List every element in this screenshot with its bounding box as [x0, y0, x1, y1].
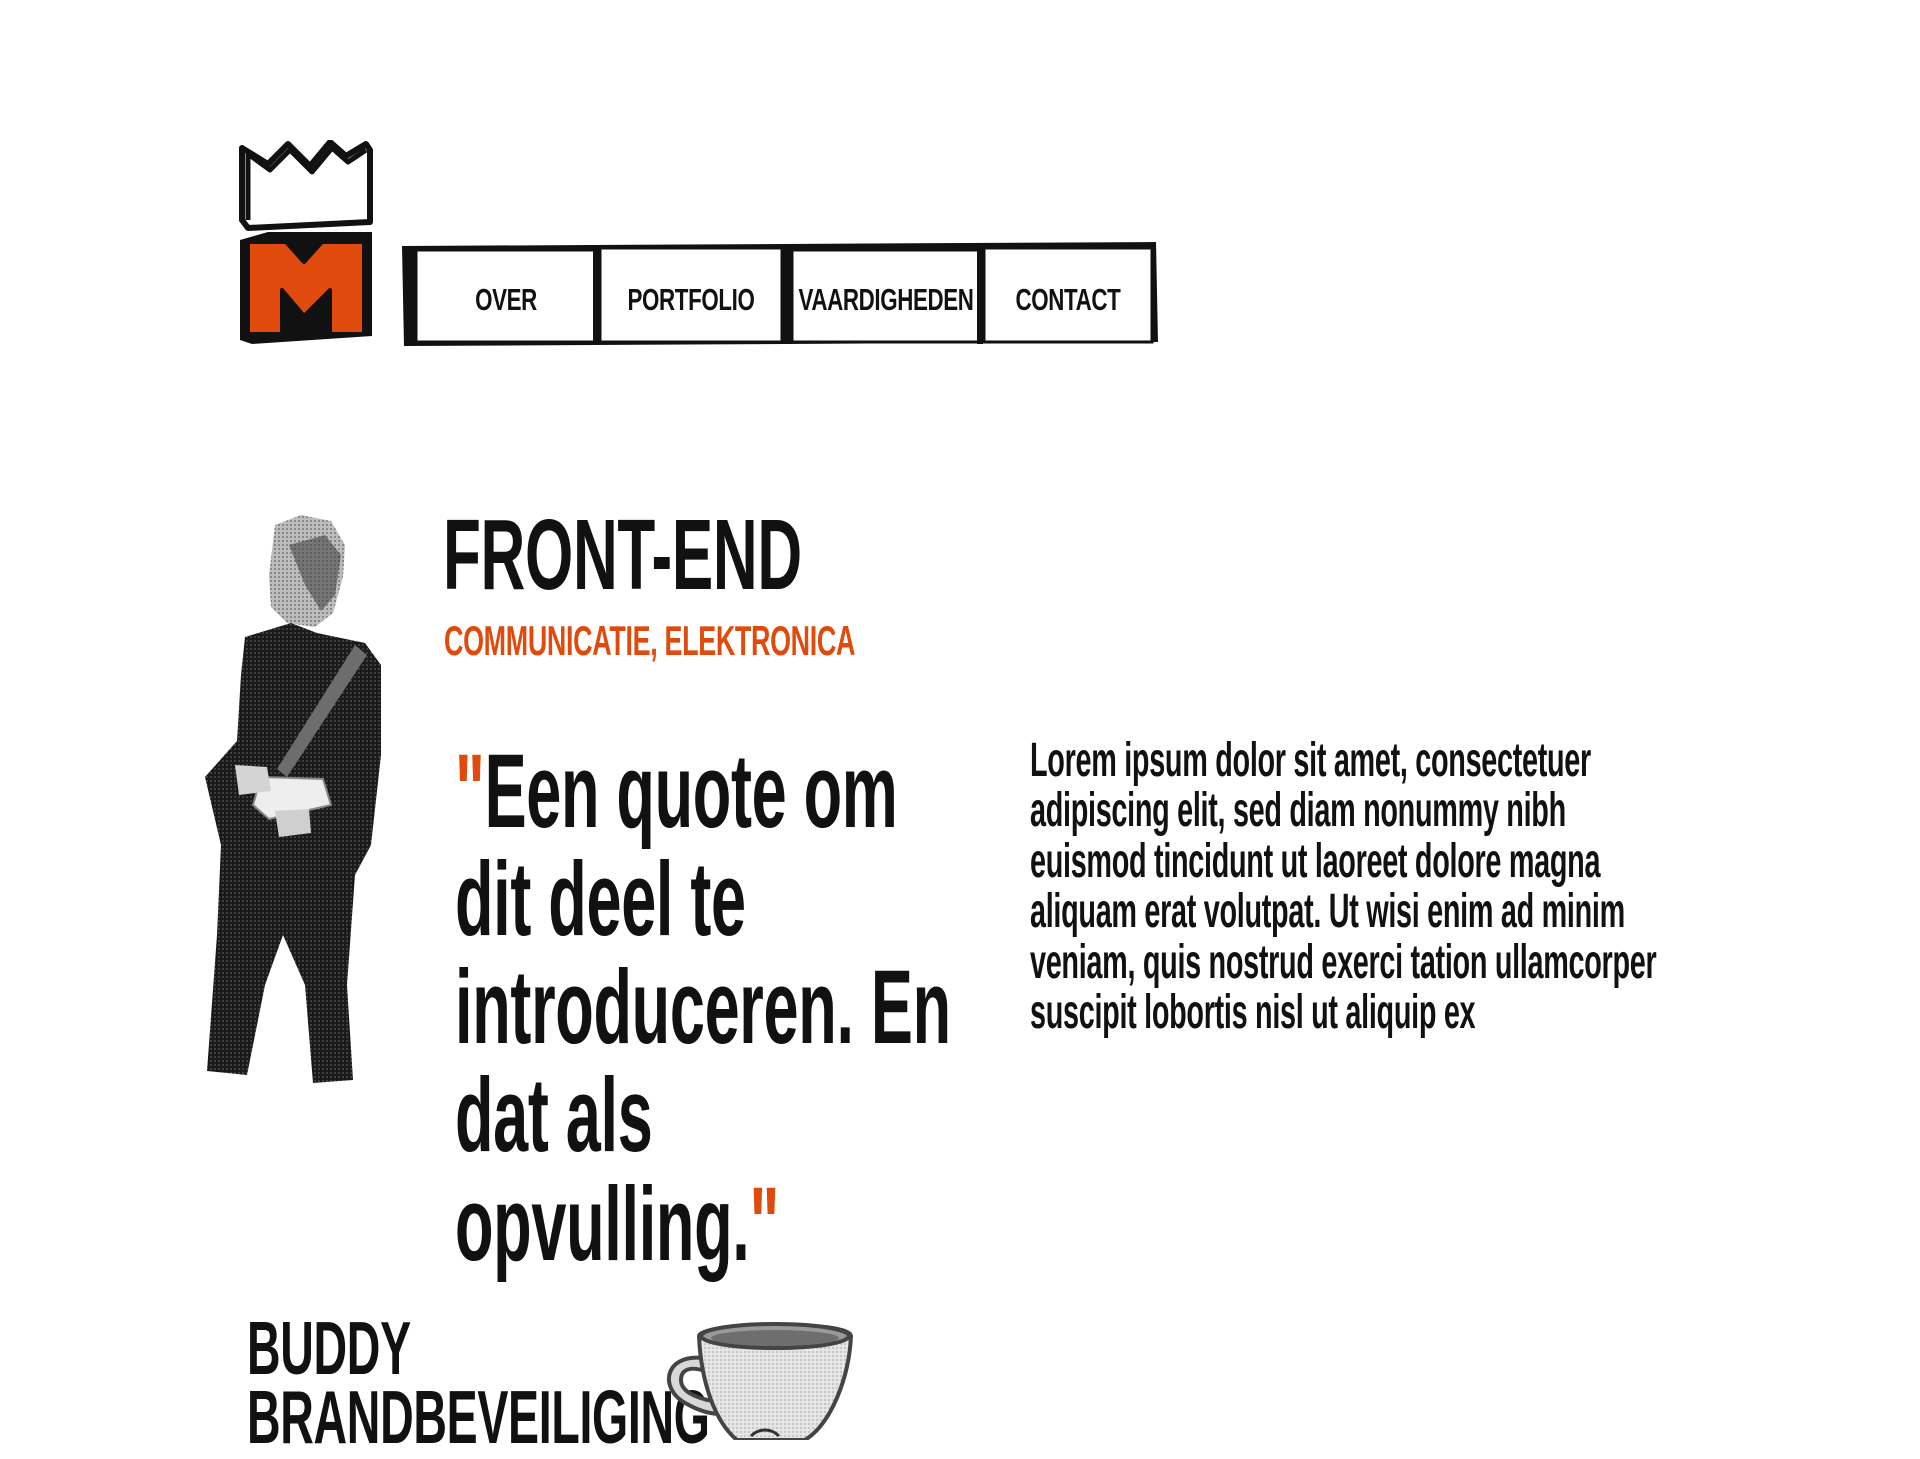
- quote-text: Een quote om dit deel te introduceren. E…: [455, 733, 951, 1283]
- project-title-line1: BUDDY: [247, 1306, 411, 1390]
- body-paragraph: Lorem ipsum dolor sit amet, consectetuer…: [1030, 734, 1657, 1039]
- quote-close-mark: ": [749, 1165, 780, 1283]
- site-logo[interactable]: [238, 140, 374, 345]
- project-title[interactable]: BUDDY BRANDBEVEILIGING: [247, 1306, 710, 1459]
- project-title-line2: BRANDBEVEILIGING: [247, 1375, 710, 1459]
- section-subtitle: COMMUNICATIE, ELEKTRONICA: [444, 617, 856, 664]
- main-navigation: OVER PORTFOLIO VAARDIGHEDEN CONTACT: [400, 238, 1160, 348]
- nav-item-vaardigheden[interactable]: VAARDIGHEDEN: [798, 276, 973, 324]
- intro-quote: "Een quote om dit deel te introduceren. …: [455, 737, 989, 1279]
- nav-item-over[interactable]: OVER: [441, 276, 571, 324]
- nav-item-contact[interactable]: CONTACT: [1008, 276, 1129, 324]
- nav-item-portfolio[interactable]: PORTFOLIO: [625, 276, 756, 324]
- coffee-cup-photo: [655, 1318, 855, 1442]
- section-title: FRONT-END: [443, 499, 802, 611]
- quote-open-mark: ": [455, 733, 485, 850]
- crown-m-logo-icon: [239, 140, 373, 344]
- person-photo: [205, 515, 425, 1085]
